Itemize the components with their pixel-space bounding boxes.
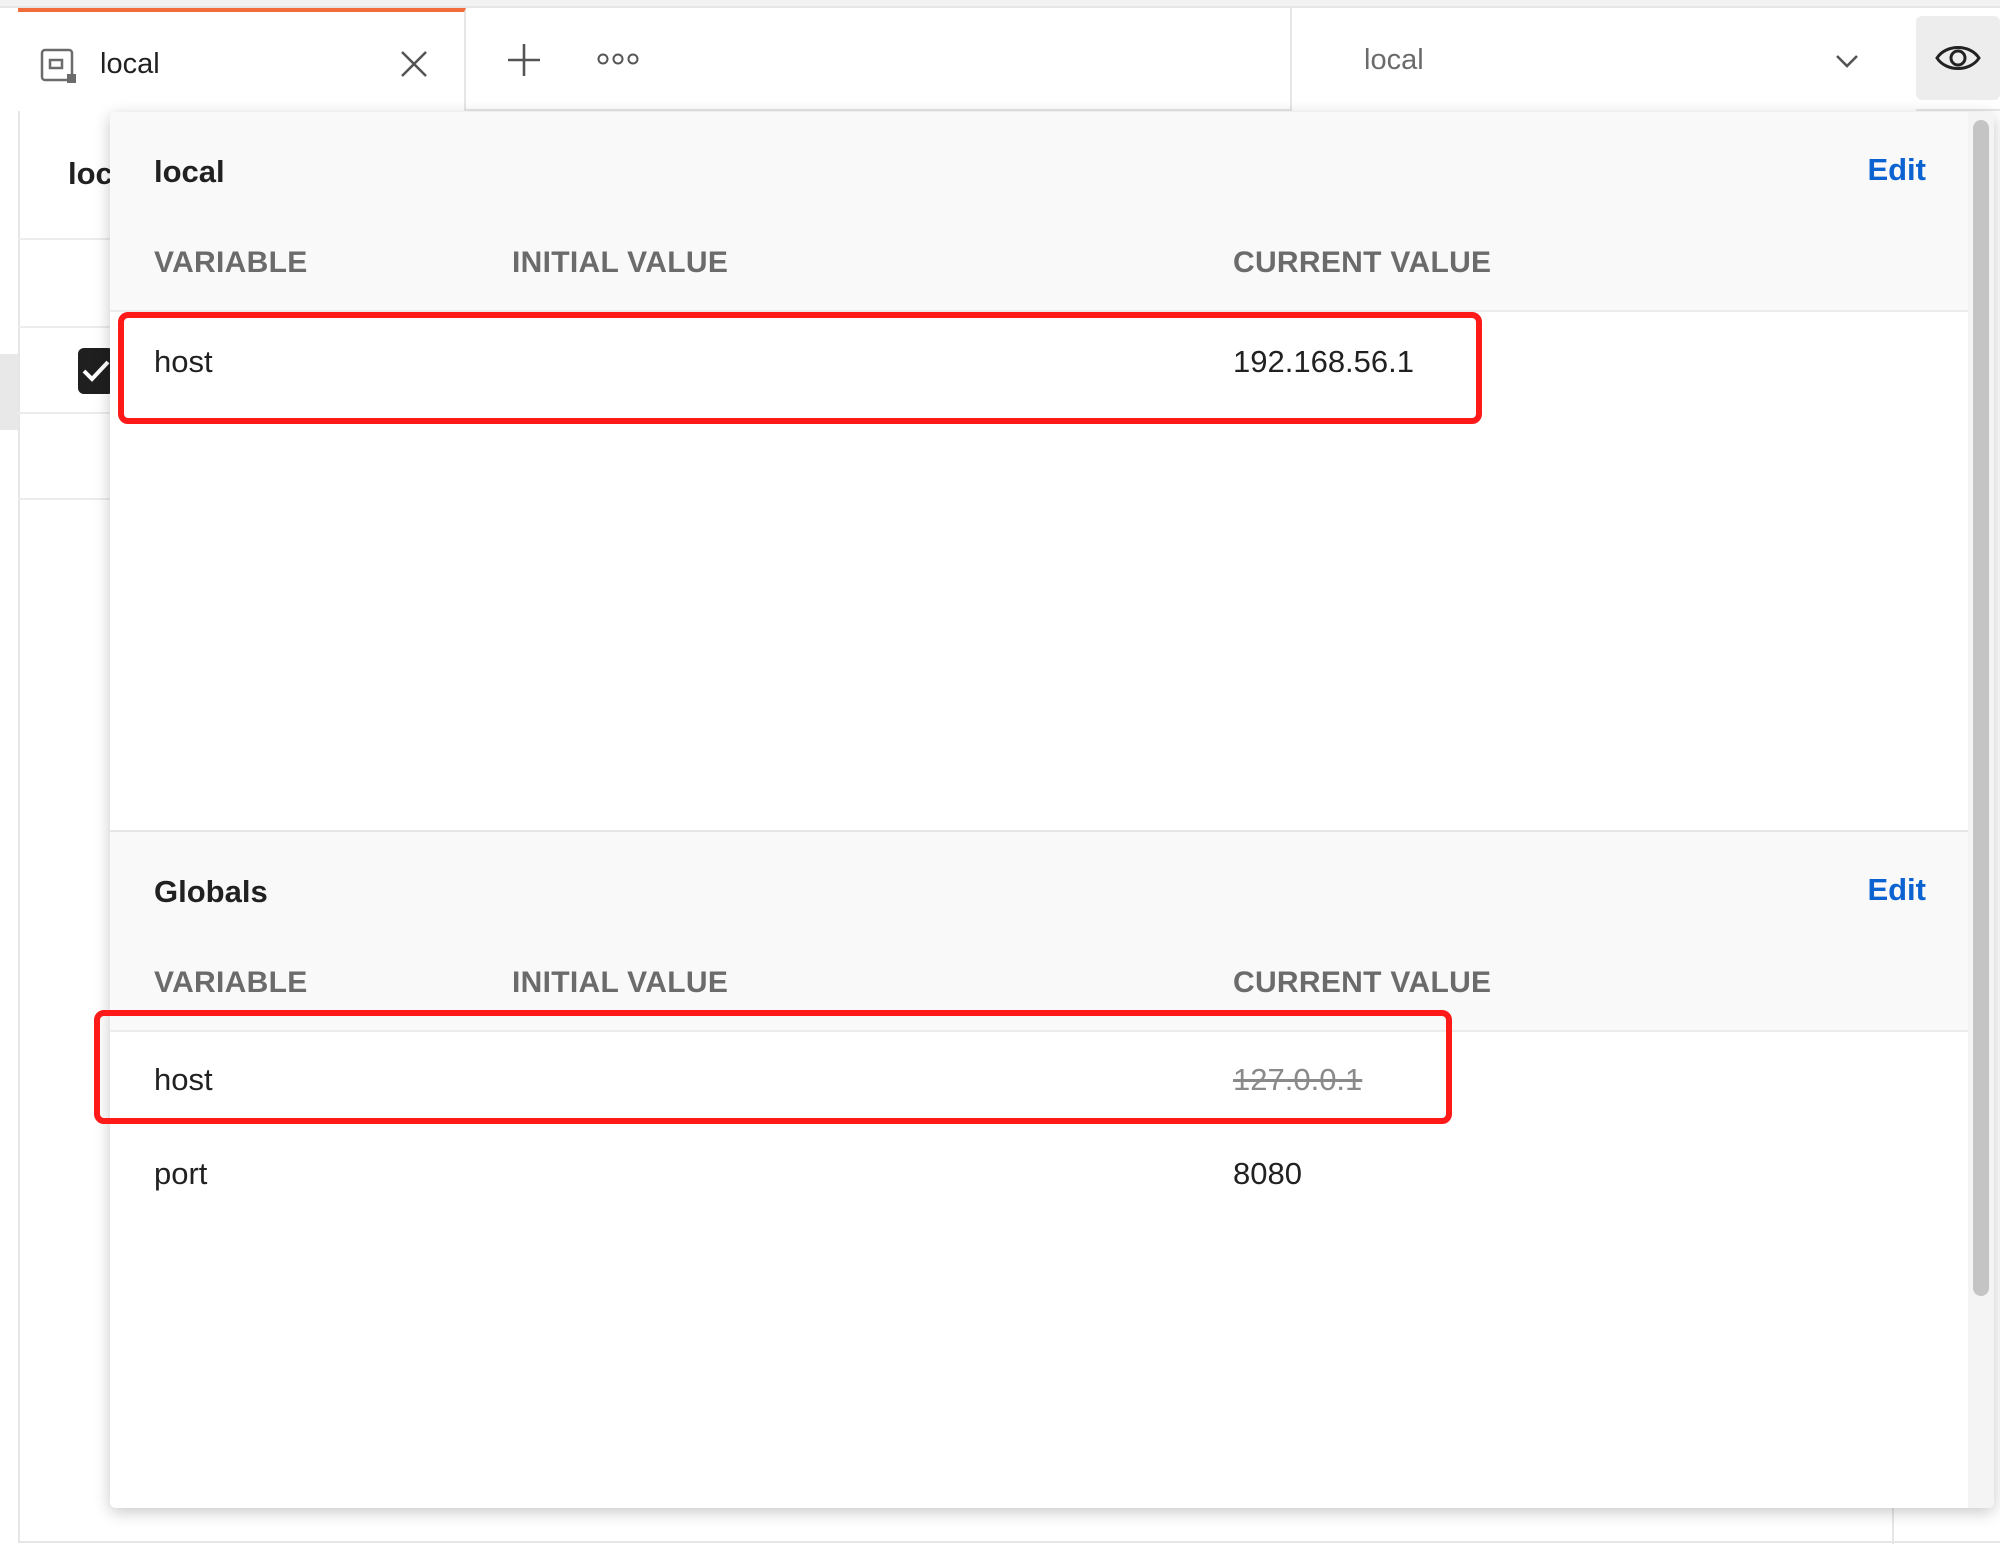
variable-name: port [154,1156,208,1191]
background-divider [18,412,118,414]
column-header-variable: VARIABLE [154,246,308,279]
edit-environment-link[interactable]: Edit [1867,152,1926,188]
edit-globals-link[interactable]: Edit [1867,872,1926,908]
close-icon[interactable] [396,46,432,82]
table-row: host 192.168.56.1 [110,314,1968,408]
popover-scrollbar[interactable] [1968,112,1994,1508]
environment-quick-look-button[interactable] [1916,16,2000,100]
current-value-overridden: 127.0.0.1 [1233,1062,1363,1097]
globals-section-title: Globals [154,874,268,909]
column-header-current-value: CURRENT VALUE [1233,246,1492,279]
more-horizontal-icon[interactable] [596,48,640,70]
background-environment-label: loc [68,156,113,191]
chevron-down-icon [1836,55,1858,68]
background-divider [18,498,118,500]
current-value: 8080 [1233,1156,1302,1191]
sidebar-edge [0,354,18,430]
environment-quick-look-popover: local Edit VARIABLE INITIAL VALUE CURREN… [110,112,1994,1508]
background-divider [18,238,118,240]
environment-selector-value: local [1364,44,1424,76]
tab-label: local [100,48,160,80]
environment-selector[interactable]: local [1290,8,1916,111]
current-value: 192.168.56.1 [1233,344,1415,379]
column-header-variable: VARIABLE [154,966,308,999]
background-divider [18,326,118,328]
column-header-initial-value: INITIAL VALUE [512,246,729,279]
window-top-edge [0,0,2000,8]
environment-section-title: local [154,154,225,189]
eye-icon [1935,46,1981,70]
environment-section-header: local Edit VARIABLE INITIAL VALUE CURREN… [110,112,1968,312]
environment-icon [40,48,76,83]
checkmark-icon [82,360,110,382]
variable-name: host [154,344,213,379]
plus-icon[interactable] [504,40,544,80]
table-row: host 127.0.0.1 [110,1032,1968,1126]
variable-name: host [154,1062,213,1097]
background-checkbox[interactable] [78,348,114,394]
popover-scrollbar-thumb[interactable] [1973,120,1989,1296]
column-header-current-value: CURRENT VALUE [1233,966,1492,999]
column-header-initial-value: INITIAL VALUE [512,966,729,999]
table-row: port 8080 [110,1126,1968,1220]
tab-local[interactable]: local [18,8,466,111]
globals-section-header: Globals Edit VARIABLE INITIAL VALUE CURR… [110,832,1968,1032]
